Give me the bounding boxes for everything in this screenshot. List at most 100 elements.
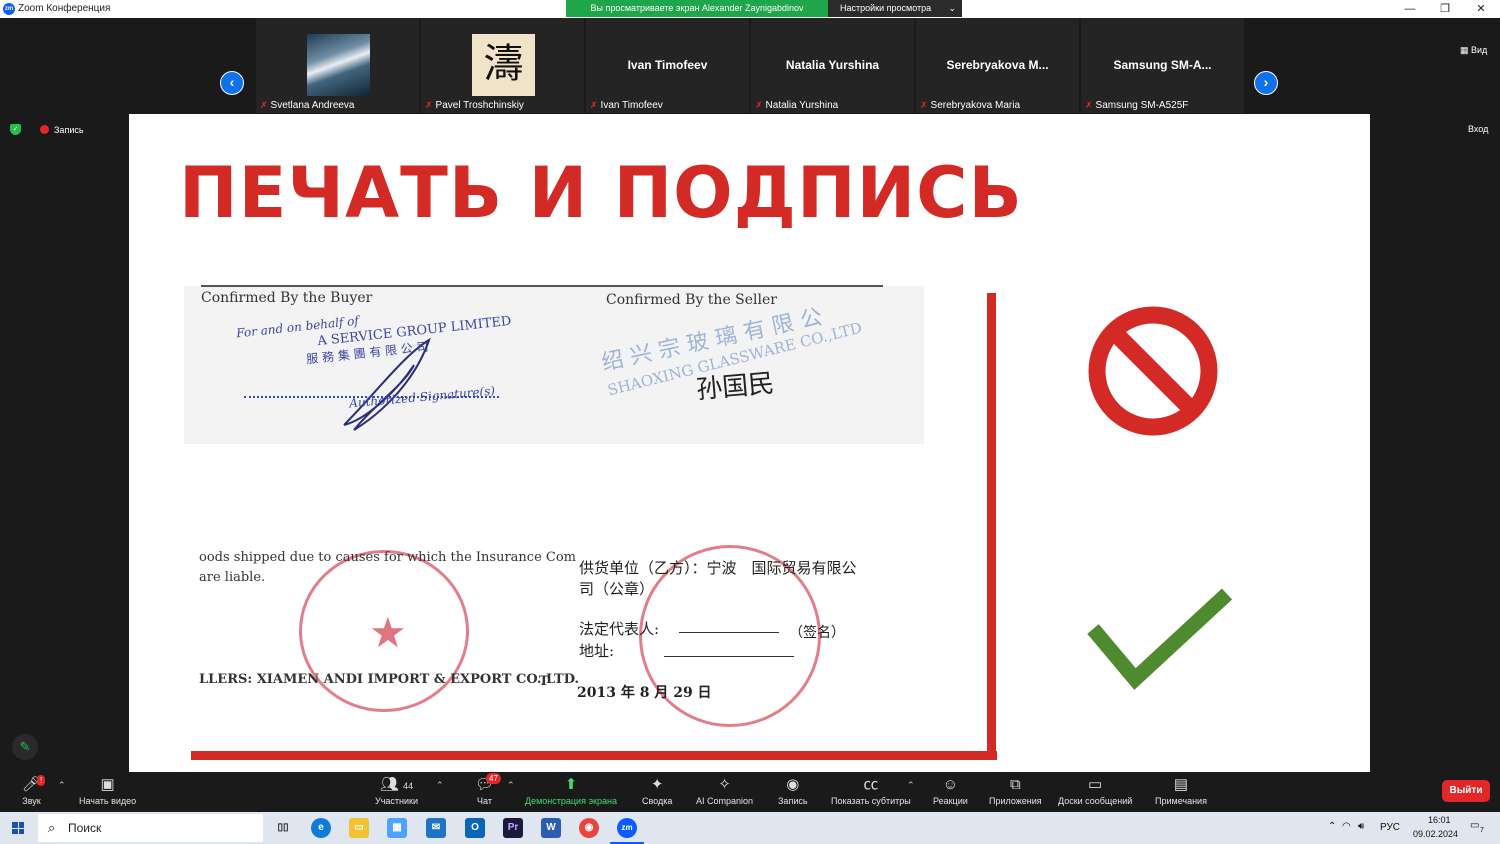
captions-label: Показать субтитры — [831, 796, 911, 806]
network-icon[interactable]: ◠ — [1342, 821, 1351, 832]
participant-tile[interactable]: ✗ Svetlana Andreeva — [256, 18, 419, 113]
participant-tile[interactable]: Ivan Timofeev ✗ Ivan Timofeev — [586, 18, 749, 113]
clock-time[interactable]: 16:01 — [1428, 815, 1451, 825]
start-video-button[interactable]: ▣ Начать видео — [79, 776, 136, 806]
captions-caret-icon[interactable]: ⌃ — [907, 780, 915, 791]
leave-button[interactable]: Выйти — [1442, 780, 1490, 802]
whiteboards-button[interactable]: ▭ Доски сообщений — [1058, 776, 1132, 806]
mail-icon[interactable]: ✉ — [426, 818, 446, 838]
window-title: Zoom Конференция — [18, 3, 111, 14]
clock-date[interactable]: 09.02.2024 — [1413, 829, 1458, 839]
restore-icon[interactable]: ❐ — [1430, 1, 1460, 17]
ai-companion-button[interactable]: ✧ AI Companion — [696, 776, 753, 806]
windows-start-icon[interactable] — [12, 822, 24, 834]
summary-button[interactable]: ✦ Сводка — [642, 776, 672, 806]
participants-count: 44 — [403, 781, 414, 791]
tray-overflow-icon[interactable]: ⌃ — [1328, 821, 1336, 832]
outlook-icon[interactable]: O — [465, 818, 485, 838]
participant-display-name: Ivan Timofeev — [627, 58, 708, 72]
audio-label: Звук — [22, 796, 41, 806]
participants-label: Участники — [375, 796, 418, 806]
participant-tile[interactable]: 濤 ✗ Pavel Troshchinskiy — [421, 18, 584, 113]
participant-caption: ✗ Ivan Timofeev — [590, 100, 663, 111]
view-settings-label: Настройки просмотра — [840, 3, 932, 13]
share-label: Демонстрация экрана — [525, 796, 617, 806]
cc-icon: ㏄ — [863, 776, 879, 793]
slide-title: ПЕЧАТЬ И ПОДПИСЬ — [179, 152, 1023, 234]
minimize-icon[interactable]: — — [1395, 1, 1425, 17]
volume-icon[interactable]: 🔊︎ — [1358, 821, 1364, 832]
system-tray: ⌃ ◠ 🔊︎ РУС 16:01 09.02.2024 ▭ 7 — [1320, 812, 1500, 844]
record-button[interactable]: ◉ Запись — [778, 776, 808, 806]
notifications-icon[interactable]: ▭ — [1470, 820, 1479, 831]
search-label: Поиск — [68, 821, 102, 835]
chrome-icon[interactable]: ◉ — [579, 818, 599, 838]
participant-name: Pavel Troshchinskiy — [435, 100, 524, 111]
premiere-icon[interactable]: Pr — [503, 818, 523, 838]
mic-muted-icon: ✗ — [260, 100, 268, 110]
video-off-icon: ▣ — [100, 776, 115, 793]
record-icon: ◉ — [786, 776, 800, 793]
annotate-pencil-icon[interactable]: ✎ — [12, 734, 38, 760]
share-screen-icon: ⬆ — [564, 776, 578, 793]
participants-icon: 👥︎ 44 — [379, 776, 414, 793]
enter-button[interactable]: Вход — [1468, 124, 1488, 134]
address-line — [664, 656, 794, 657]
participant-name: Natalia Yurshina — [765, 100, 839, 111]
taskbar-search[interactable]: ⌕ Поиск — [38, 814, 263, 842]
zoom-logo-icon: zm — [3, 3, 15, 15]
prohibited-icon — [1088, 306, 1218, 436]
chat-caret-icon[interactable]: ⌃ — [507, 780, 515, 791]
participant-tile[interactable]: Serebryakova M... ✗ Serebryakova Maria — [916, 18, 1079, 113]
participant-name: Svetlana Andreeva — [270, 100, 355, 111]
notes-button[interactable]: ▤ Примечания — [1155, 776, 1207, 806]
apps-icon: ⧉ — [1009, 776, 1021, 793]
zoom-taskbar-icon[interactable]: zm — [617, 818, 637, 838]
recording-indicator[interactable]: ✓ Запись — [10, 124, 84, 135]
participant-caption: ✗ Serebryakova Maria — [920, 100, 1020, 111]
notes-label: Примечания — [1155, 796, 1207, 806]
participant-name: Samsung SM-A525F — [1095, 100, 1189, 111]
smile-icon: ☺ — [942, 776, 959, 793]
word-icon[interactable]: W — [541, 818, 561, 838]
address-label: 地址: — [579, 642, 615, 660]
view-button-label: Вид — [1471, 45, 1488, 55]
close-icon[interactable]: ✕ — [1466, 1, 1496, 17]
captions-button[interactable]: ㏄ Показать субтитры — [831, 776, 911, 806]
view-button[interactable]: ▦ Вид — [1460, 45, 1487, 56]
red-frame-horizontal — [191, 751, 997, 760]
participants-button[interactable]: 👥︎ 44 Участники — [375, 776, 418, 806]
buyer-heading: Confirmed By the Buyer — [201, 290, 373, 306]
apps-button[interactable]: ⧉ Приложения — [989, 776, 1042, 806]
gallery-prev-button[interactable]: ‹ — [220, 71, 244, 95]
language-indicator[interactable]: РУС — [1380, 822, 1400, 833]
view-settings-button[interactable]: Настройки просмотра ⌄ — [828, 0, 962, 17]
participants-caret-icon[interactable]: ⌃ — [436, 780, 444, 791]
participant-gallery: ‹ › ✗ Svetlana Andreeva 濤 ✗ Pavel Troshchi… — [0, 18, 1500, 114]
representative-line — [679, 632, 779, 633]
file-explorer-icon[interactable]: ▭ — [349, 818, 369, 838]
participant-tile[interactable]: Natalia Yurshina ✗ Natalia Yurshina — [751, 18, 914, 113]
edge-icon[interactable]: e — [311, 818, 331, 838]
meeting-toolbar: 🎤︎ Звук ! ⌃ ▣ Начать видео 👥︎ 44 Участни… — [0, 772, 1500, 812]
mic-muted-icon: ✗ — [920, 100, 928, 110]
task-view-icon[interactable]: ▯▯ — [273, 818, 293, 838]
gallery-next-button[interactable]: › — [1254, 71, 1278, 95]
mic-muted-icon: ✗ — [590, 100, 598, 110]
notification-count: 7 — [1480, 827, 1484, 834]
participant-tile[interactable]: Samsung SM-A... ✗ Samsung SM-A525F — [1081, 18, 1244, 113]
participant-name: Serebryakova Maria — [930, 100, 1021, 111]
reactions-button[interactable]: ☺ Реакции — [933, 776, 968, 806]
participant-caption: ✗ Pavel Troshchinskiy — [425, 100, 524, 111]
sparkle-icon: ✧ — [718, 776, 731, 793]
share-banner: Вы просматриваете экран Alexander Zaynig… — [566, 0, 828, 17]
participant-caption: ✗ Svetlana Andreeva — [260, 100, 355, 111]
red-frame-vertical — [987, 293, 996, 760]
shield-check-icon: ✓ — [10, 124, 21, 135]
video-label: Начать видео — [79, 796, 137, 806]
search-icon: ⌕ — [48, 820, 56, 835]
chevron-down-icon: ⌄ — [948, 3, 956, 13]
store-icon[interactable]: ▦ — [387, 818, 407, 838]
audio-options-caret-icon[interactable]: ⌃ — [58, 780, 66, 791]
share-screen-button[interactable]: ⬆ Демонстрация экрана — [525, 776, 617, 806]
